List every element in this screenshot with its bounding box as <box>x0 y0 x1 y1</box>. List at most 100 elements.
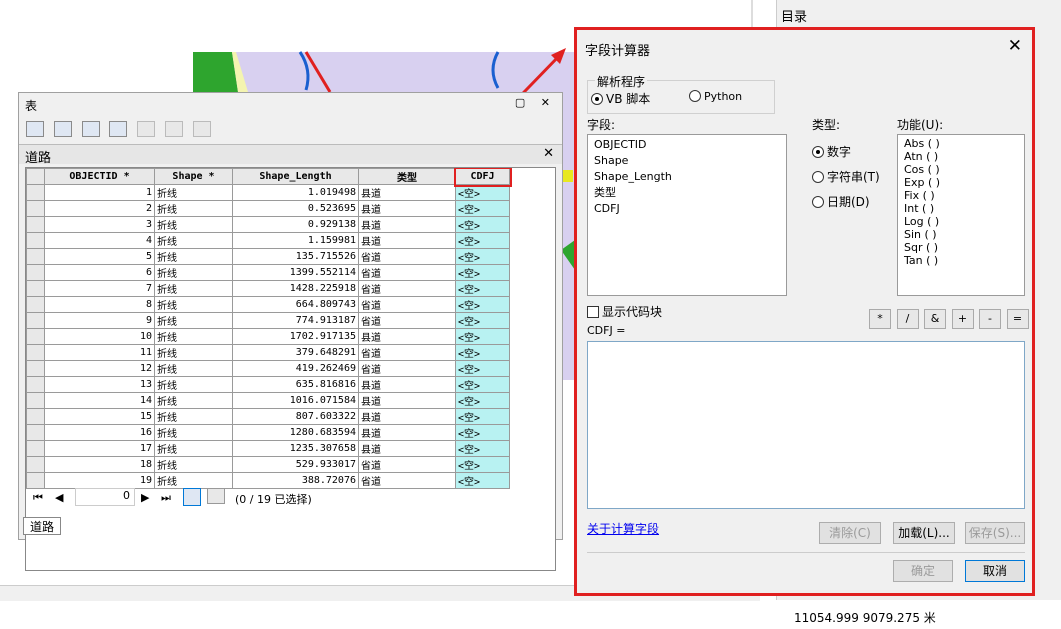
table-cell[interactable]: 折线 <box>154 408 233 425</box>
table-cell[interactable]: 折线 <box>154 312 233 329</box>
table-cell[interactable]: <空> <box>455 312 510 329</box>
table-cell[interactable]: <空> <box>455 424 510 441</box>
table-cell[interactable]: <空> <box>455 392 510 409</box>
table-cell[interactable]: 县道 <box>358 424 456 441</box>
show-selected-records-icon[interactable] <box>207 488 225 504</box>
functions-list[interactable]: Abs ( ) Atn ( ) Cos ( ) Exp ( ) Fix ( ) Int (… <box>897 134 1025 296</box>
row-selector[interactable] <box>26 328 45 345</box>
table-cell[interactable]: 县道 <box>358 216 456 233</box>
cdfj-column-header[interactable]: CDFJ <box>453 168 512 187</box>
table-cell[interactable]: 11 <box>44 344 155 361</box>
table-cell[interactable]: 529.933017 <box>232 456 359 473</box>
switch-selection-icon[interactable] <box>109 121 128 137</box>
table-cell[interactable]: 县道 <box>358 184 456 201</box>
function-item[interactable]: Fix ( ) <box>904 189 1018 202</box>
table-cell[interactable]: 8 <box>44 296 155 313</box>
save-button[interactable]: 保存(S)... <box>965 522 1025 544</box>
table-cell[interactable]: 县道 <box>358 200 456 217</box>
row-selector[interactable] <box>26 312 45 329</box>
table-row[interactable]: 6 折线 1399.552114 省道 <空> <box>26 264 510 281</box>
table-cell[interactable]: 10 <box>44 328 155 345</box>
row-selector[interactable] <box>26 296 45 313</box>
table-cell[interactable]: 省道 <box>358 296 456 313</box>
table-cell[interactable]: 县道 <box>358 440 456 457</box>
next-record-icon[interactable]: ▶ <box>141 491 149 504</box>
field-item[interactable]: CDFJ <box>594 201 780 217</box>
table-cell[interactable]: 1399.552114 <box>232 264 359 281</box>
parser-python-radio[interactable]: Python <box>689 90 742 103</box>
table-row[interactable]: 11 折线 379.648291 省道 <空> <box>26 344 510 361</box>
table-cell[interactable]: 0.523695 <box>232 200 359 217</box>
table-cell[interactable]: 1.159981 <box>232 232 359 249</box>
table-cell[interactable]: 1235.307658 <box>232 440 359 457</box>
table-cell[interactable]: <空> <box>455 200 510 217</box>
table-cell[interactable]: 774.913187 <box>232 312 359 329</box>
show-codeblock-checkbox[interactable]: 显示代码块 <box>587 303 662 320</box>
load-button[interactable]: 加载(L)... <box>893 522 955 544</box>
row-selector[interactable] <box>26 184 45 201</box>
row-selector[interactable] <box>26 280 45 297</box>
table-cell[interactable]: <空> <box>455 328 510 345</box>
zoom-to-selected-icon[interactable] <box>165 121 184 137</box>
table-cell[interactable]: <空> <box>455 216 510 233</box>
expression-textarea[interactable] <box>587 341 1025 509</box>
field-item[interactable]: Shape <box>594 153 780 169</box>
table-cell[interactable]: 省道 <box>358 312 456 329</box>
row-selector[interactable] <box>26 248 45 265</box>
table-cell[interactable]: 16 <box>44 424 155 441</box>
concat-button[interactable]: & <box>924 309 946 329</box>
row-selector[interactable] <box>26 456 45 473</box>
window-controls[interactable]: ▢ ✕ <box>515 96 556 109</box>
table-cell[interactable]: 折线 <box>154 392 233 409</box>
table-cell[interactable]: 15 <box>44 408 155 425</box>
table-row[interactable]: 5 折线 135.715526 省道 <空> <box>26 248 510 265</box>
multiply-button[interactable]: * <box>869 309 891 329</box>
table-cell[interactable]: <空> <box>455 440 510 457</box>
table-cell[interactable]: 折线 <box>154 328 233 345</box>
table-cell[interactable]: 135.715526 <box>232 248 359 265</box>
table-cell[interactable]: 省道 <box>358 344 456 361</box>
table-row[interactable]: 14 折线 1016.071584 县道 <空> <box>26 392 510 409</box>
table-cell[interactable]: <空> <box>455 344 510 361</box>
fields-list[interactable]: OBJECTID Shape Shape_Length 类型 CDFJ <box>587 134 787 296</box>
table-cell[interactable]: 县道 <box>358 328 456 345</box>
table-cell[interactable]: 1428.225918 <box>232 280 359 297</box>
delete-selected-icon[interactable] <box>192 121 211 137</box>
table-row[interactable]: 10 折线 1702.917135 县道 <空> <box>26 328 510 345</box>
table-cell[interactable]: 3 <box>44 216 155 233</box>
table-cell[interactable]: 12 <box>44 360 155 377</box>
first-record-icon[interactable]: ⏮ <box>33 491 43 505</box>
column-header[interactable]: OBJECTID * <box>44 168 155 185</box>
table-row[interactable]: 3 折线 0.929138 县道 <空> <box>26 216 510 233</box>
table-cell[interactable]: 664.809743 <box>232 296 359 313</box>
function-item[interactable]: Abs ( ) <box>904 137 1018 150</box>
cancel-button[interactable]: 取消 <box>965 560 1025 582</box>
table-row[interactable]: 2 折线 0.523695 县道 <空> <box>26 200 510 217</box>
table-row[interactable]: 17 折线 1235.307658 县道 <空> <box>26 440 510 457</box>
related-tables-icon[interactable] <box>53 121 72 137</box>
table-cell[interactable]: 折线 <box>154 296 233 313</box>
table-cell[interactable]: 折线 <box>154 200 233 217</box>
table-options-icon[interactable] <box>26 121 44 137</box>
table-cell[interactable]: 折线 <box>154 440 233 457</box>
table-cell[interactable]: <空> <box>455 296 510 313</box>
table-cell[interactable]: 省道 <box>358 248 456 265</box>
function-item[interactable]: Atn ( ) <box>904 150 1018 163</box>
table-cell[interactable]: 折线 <box>154 344 233 361</box>
table-cell[interactable]: 1 <box>44 184 155 201</box>
parser-vb-radio[interactable]: VB 脚本 <box>591 90 650 107</box>
table-cell[interactable]: 0.929138 <box>232 216 359 233</box>
table-row[interactable]: 13 折线 635.816816 县道 <空> <box>26 376 510 393</box>
row-selector[interactable] <box>26 440 45 457</box>
row-selector[interactable] <box>26 424 45 441</box>
table-row[interactable]: 12 折线 419.262469 省道 <空> <box>26 360 510 377</box>
table-cell[interactable]: 县道 <box>358 392 456 409</box>
table-row[interactable]: 1 折线 1.019498 县道 <空> <box>26 184 510 201</box>
table-cell[interactable]: 折线 <box>154 232 233 249</box>
function-item[interactable]: Cos ( ) <box>904 163 1018 176</box>
column-header[interactable]: Shape_Length <box>232 168 359 185</box>
table-cell[interactable]: 折线 <box>154 456 233 473</box>
table-cell[interactable]: <空> <box>455 376 510 393</box>
table-cell[interactable]: <空> <box>455 248 510 265</box>
table-cell[interactable]: 县道 <box>358 232 456 249</box>
